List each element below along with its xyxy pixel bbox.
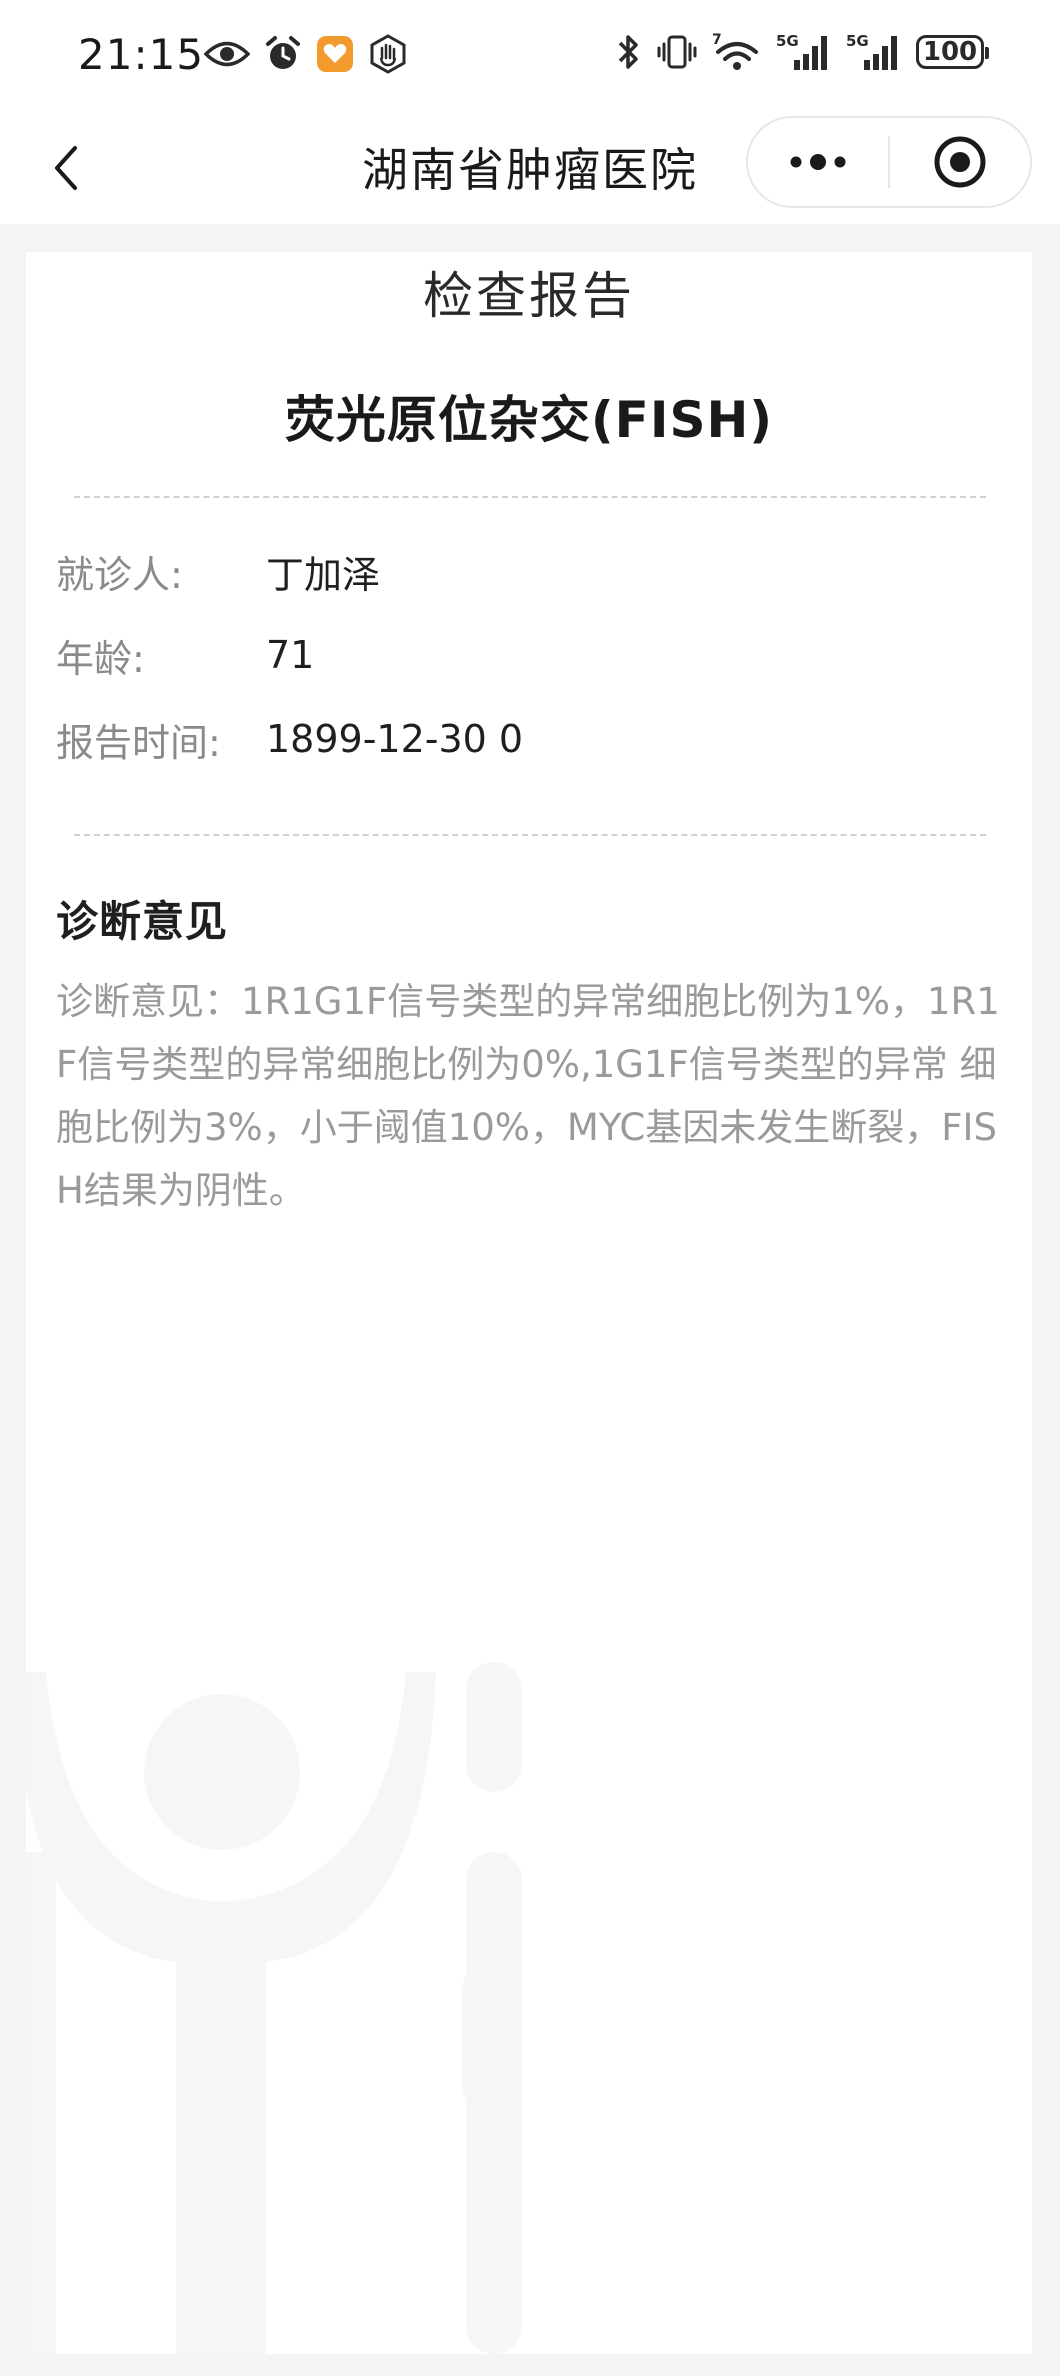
target-circle-icon xyxy=(934,136,986,188)
info-row-patient: 就诊人: 丁加泽 xyxy=(56,546,381,597)
status-right-icons: 7 5G 5G 100 xyxy=(616,32,989,72)
dashed-divider xyxy=(74,496,986,498)
wifi-label: 7 xyxy=(712,32,722,48)
close-button[interactable] xyxy=(890,118,1030,206)
more-button[interactable] xyxy=(748,118,888,206)
eye-icon xyxy=(204,39,250,69)
more-dots-icon xyxy=(790,154,846,170)
status-bar: 21:15 7 5G 5G 100 xyxy=(0,0,1060,112)
diagnosis-title: 诊断意见 xyxy=(56,897,229,946)
exam-name: 荧光原位杂交(FISH) xyxy=(284,391,774,449)
vibrate-icon xyxy=(656,33,698,71)
hand-icon xyxy=(368,34,408,74)
app-heart-icon xyxy=(316,35,354,73)
report-time-value: 1899-12-30 0 xyxy=(266,717,524,761)
signal-5g-icon: 5G xyxy=(846,32,902,72)
age-label: 年龄: xyxy=(56,636,145,681)
alarm-icon xyxy=(264,35,302,73)
battery-indicator: 100 xyxy=(916,35,989,69)
status-time: 21:15 xyxy=(78,30,205,79)
report-heading: 检查报告 xyxy=(423,267,635,325)
dashed-divider xyxy=(74,834,986,836)
info-row-age: 年龄: 71 xyxy=(56,630,315,681)
mini-program-capsule xyxy=(746,116,1032,208)
signal-5g-icon: 5G xyxy=(776,32,832,72)
report-time-label: 报告时间: xyxy=(56,720,221,765)
report-card: 检查报告 荧光原位杂交(FISH) 就诊人: 丁加泽 年龄: 71 报告时间: … xyxy=(26,252,1032,2354)
age-value: 71 xyxy=(266,633,315,677)
network-label: 5G xyxy=(846,32,869,50)
patient-label: 就诊人: xyxy=(56,552,183,597)
info-row-report-time: 报告时间: 1899-12-30 0 xyxy=(56,714,524,765)
nav-bar: 湖南省肿瘤医院 xyxy=(0,112,1060,224)
wifi-icon: 7 xyxy=(712,32,762,72)
diagnosis-text: 诊断意见：1R1G1F信号类型的异常细胞比例为1%，1R1F信号类型的异常细胞比… xyxy=(56,980,1000,1212)
network-label: 5G xyxy=(776,32,799,50)
patient-value: 丁加泽 xyxy=(266,552,381,597)
status-left-icons xyxy=(204,34,408,74)
bluetooth-icon xyxy=(616,33,642,71)
